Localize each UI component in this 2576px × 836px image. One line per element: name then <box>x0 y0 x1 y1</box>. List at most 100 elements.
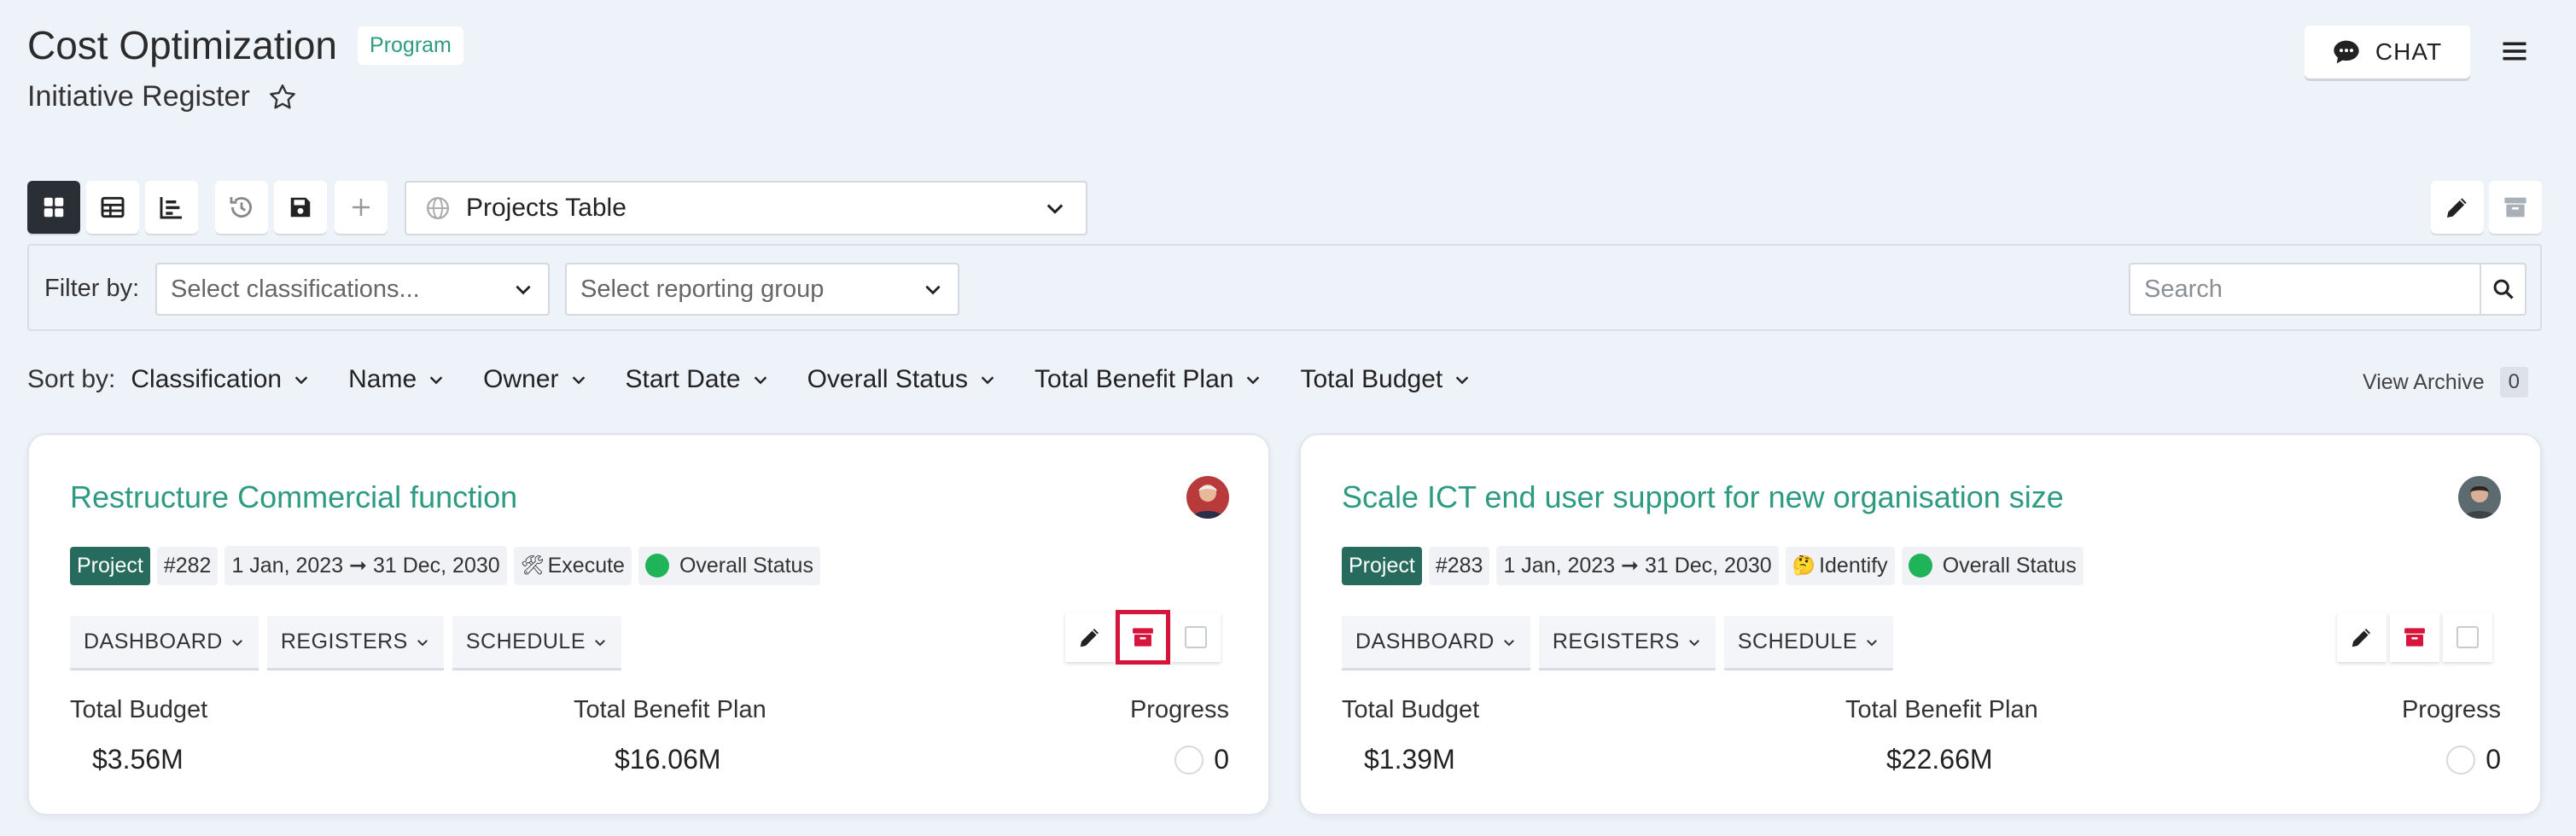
search-button[interactable] <box>2480 264 2525 314</box>
sort-item-label: Overall Status <box>807 365 968 393</box>
sort-item-label: Name <box>348 365 417 393</box>
phase-label: Execute <box>547 553 625 578</box>
chevron-down-icon <box>981 376 994 385</box>
view-select-value: Projects Table <box>466 194 627 222</box>
archive-project-button[interactable] <box>1116 610 1170 665</box>
sort-owner[interactable]: Owner <box>483 365 587 394</box>
history-button[interactable] <box>215 181 268 234</box>
archive-icon <box>2404 628 2425 647</box>
sort-total-budget[interactable]: Total Budget <box>1300 365 1472 394</box>
project-phase-tag: 🤔 Identify <box>1785 546 1895 585</box>
schedule-menu-button[interactable]: SCHEDULE <box>452 616 622 668</box>
chat-button[interactable]: CHAT <box>2305 26 2470 78</box>
menu-tab-label: DASHBOARD <box>84 630 223 653</box>
project-dates-tag: 1 Jan, 2023 ➞ 31 Dec, 2030 <box>1496 546 1779 585</box>
status-dot-icon <box>644 554 669 578</box>
project-menu-tabs: DASHBOARD REGISTERS SCHEDULE <box>70 616 630 668</box>
chevron-down-icon <box>429 376 443 385</box>
edit-project-button[interactable] <box>1065 612 1115 662</box>
classifications-placeholder: Select classifications... <box>171 275 420 303</box>
archive-project-button[interactable] <box>2390 612 2439 662</box>
registers-menu-button[interactable]: REGISTERS <box>266 616 444 668</box>
add-button[interactable] <box>335 181 388 234</box>
dashboard-menu-button[interactable]: DASHBOARD <box>70 616 259 668</box>
overall-status-tag: Overall Status <box>1901 546 2084 585</box>
chevron-down-icon <box>754 376 766 385</box>
sort-total-benefit-plan[interactable]: Total Benefit Plan <box>1034 365 1262 394</box>
checkbox-icon <box>1185 626 1207 648</box>
pencil-icon <box>2352 629 2370 647</box>
sort-name[interactable]: Name <box>348 365 446 394</box>
menu-tab-label: SCHEDULE <box>465 630 586 653</box>
project-phase-tag: 🛠 Execute <box>513 546 632 585</box>
total-benefit-label: Total Benefit Plan <box>574 696 766 723</box>
search-box <box>2129 263 2526 316</box>
sort-item-label: Owner <box>483 365 559 393</box>
progress-value: 0 <box>1214 744 1229 775</box>
chevron-down-icon <box>1867 639 1877 646</box>
view-archive-link[interactable]: View Archive 0 <box>2363 367 2529 398</box>
progress-indicator: 0 <box>2446 744 2501 775</box>
phase-tools-icon: 🛠 <box>520 554 545 576</box>
chevron-down-icon <box>516 285 531 295</box>
registers-menu-button[interactable]: REGISTERS <box>1538 616 1716 668</box>
archive-count-badge: 0 <box>2499 367 2529 398</box>
menu-tab-label: DASHBOARD <box>1355 630 1495 653</box>
grid-view-button[interactable] <box>27 181 80 234</box>
edit-project-button[interactable] <box>2337 612 2387 662</box>
select-project-checkbox[interactable] <box>1171 612 1221 662</box>
save-button[interactable] <box>274 181 327 234</box>
chevron-down-icon <box>1247 376 1260 385</box>
sort-item-label: Start Date <box>625 365 741 393</box>
sort-item-label: Total Benefit Plan <box>1034 365 1234 393</box>
chevron-down-icon <box>231 639 242 646</box>
program-badge: Program <box>358 26 463 65</box>
total-budget-label: Total Budget <box>70 696 208 723</box>
history-icon <box>230 196 252 218</box>
filter-label: Filter by: <box>44 275 140 302</box>
total-budget-value: $1.39M <box>1364 744 1455 775</box>
pencil-icon <box>2447 198 2467 218</box>
table-icon <box>101 196 125 218</box>
checkbox-icon <box>2457 626 2479 648</box>
owner-avatar[interactable] <box>2458 476 2501 519</box>
schedule-menu-button[interactable]: SCHEDULE <box>1723 616 1894 668</box>
sort-classification[interactable]: Classification <box>131 365 311 394</box>
page-title: Cost Optimization Program <box>27 22 463 68</box>
status-label: Overall Status <box>1942 553 2077 578</box>
chart-view-button[interactable] <box>145 181 198 234</box>
total-benefit-label: Total Benefit Plan <box>1845 696 2038 723</box>
project-title-link[interactable]: Restructure Commercial function <box>70 479 517 515</box>
view-select[interactable]: Projects Table <box>405 181 1087 235</box>
dashboard-menu-button[interactable]: DASHBOARD <box>1342 616 1530 668</box>
edit-view-button[interactable] <box>2431 181 2484 234</box>
star-icon[interactable] <box>267 82 298 113</box>
project-type-tag: Project <box>1342 546 1422 585</box>
classifications-select[interactable]: Select classifications... <box>155 263 550 316</box>
project-tags: Project #283 1 Jan, 2023 ➞ 31 Dec, 2030 … <box>1342 546 2090 585</box>
reporting-group-select[interactable]: Select reporting group <box>565 263 959 316</box>
phase-label: Identify <box>1819 553 1888 578</box>
program-title: Cost Optimization <box>27 23 338 67</box>
owner-avatar[interactable] <box>1186 476 1229 519</box>
select-project-checkbox[interactable] <box>2443 612 2492 662</box>
project-title-link[interactable]: Scale ICT end user support for new organ… <box>1342 479 2064 515</box>
sort-start-date[interactable]: Start Date <box>626 365 770 394</box>
project-menu-tabs: DASHBOARD REGISTERS SCHEDULE <box>1342 616 1902 668</box>
progress-ring-icon <box>2446 745 2476 775</box>
hamburger-menu-icon[interactable] <box>2499 36 2530 67</box>
progress-label: Progress <box>1129 696 1229 723</box>
table-view-button[interactable] <box>86 181 139 234</box>
sort-overall-status[interactable]: Overall Status <box>807 365 997 394</box>
overall-status-tag: Overall Status <box>638 546 820 585</box>
menu-tab-label: REGISTERS <box>280 630 408 653</box>
project-id-tag: #282 <box>156 546 219 585</box>
archive-view-button[interactable] <box>2489 181 2542 234</box>
bar-chart-icon <box>160 197 182 219</box>
project-card: Scale ICT end user support for new organ… <box>1299 433 2542 816</box>
search-input[interactable] <box>2130 264 2480 314</box>
archive-icon <box>1133 628 1153 647</box>
total-benefit-value: $22.66M <box>1886 744 1993 775</box>
view-archive-label: View Archive <box>2363 369 2485 394</box>
progress-label: Progress <box>2401 696 2501 723</box>
